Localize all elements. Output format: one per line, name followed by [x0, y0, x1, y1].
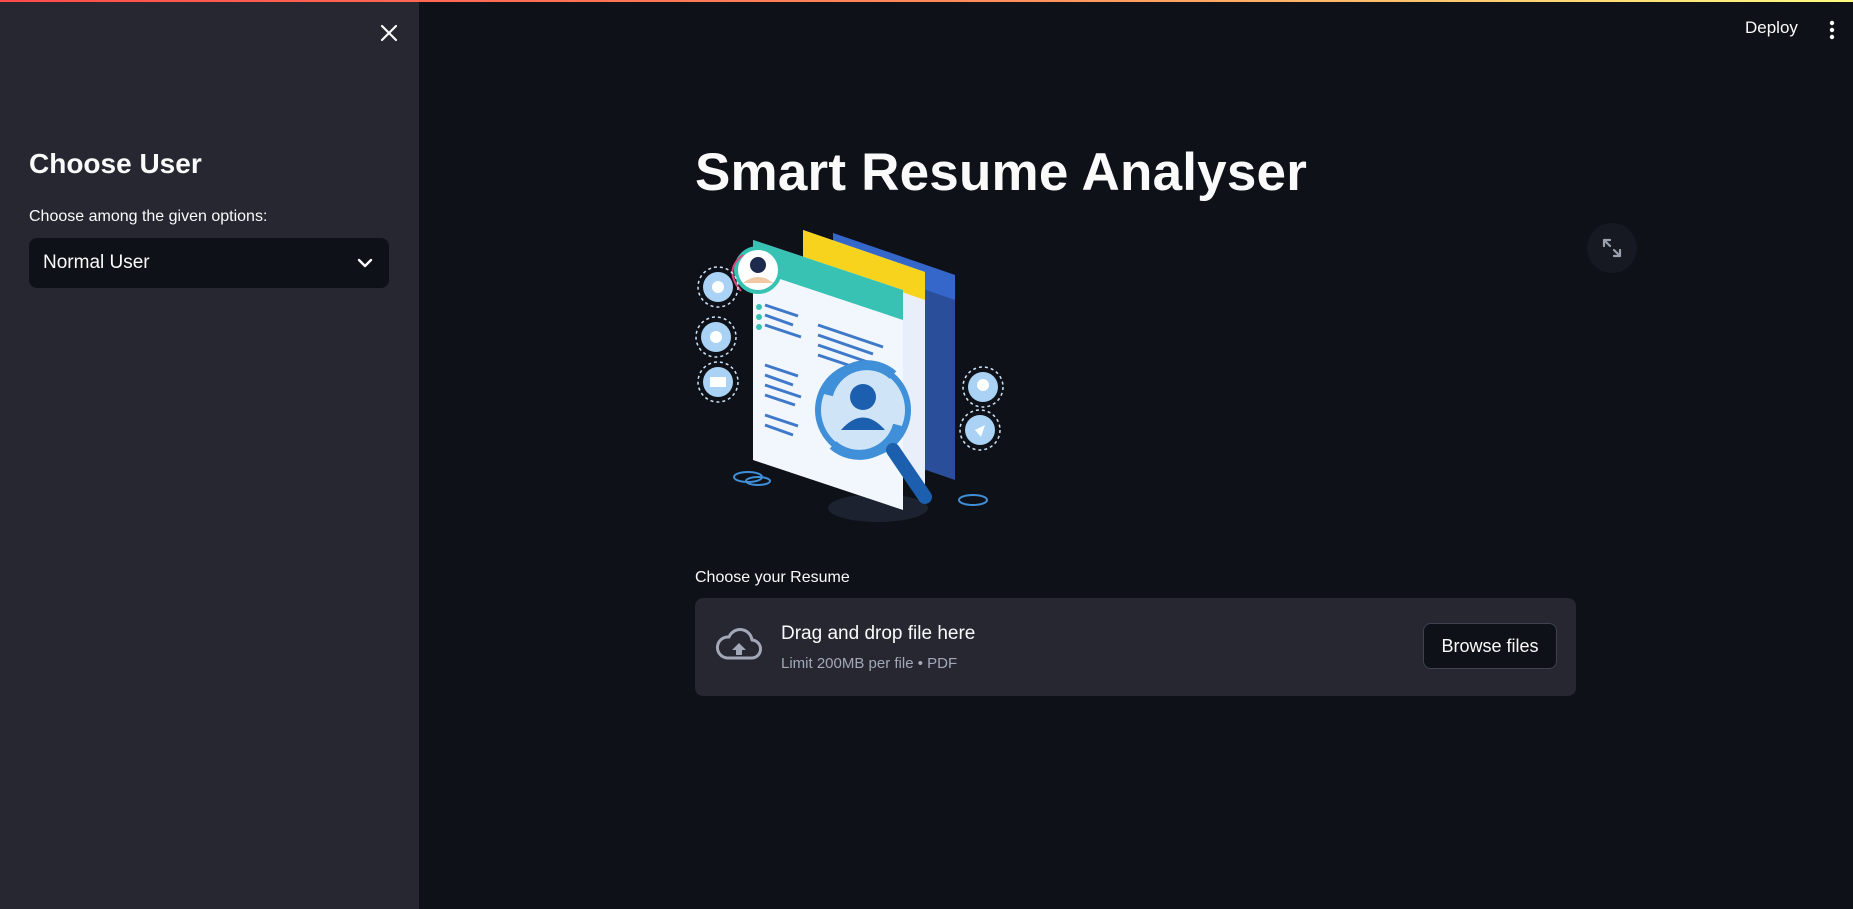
page-title: Smart Resume Analyser: [695, 143, 1308, 202]
select-value: Normal User: [43, 252, 150, 273]
dropzone-subtitle: Limit 200MB per file • PDF: [781, 655, 958, 672]
file-dropzone[interactable]: Drag and drop file here Limit 200MB per …: [695, 598, 1576, 696]
close-icon: [380, 24, 398, 42]
top-decoration-bar: [0, 0, 1853, 2]
vertical-dots-icon: [1829, 20, 1835, 40]
cloud-upload-icon: [715, 628, 762, 660]
dropzone-title: Drag and drop file here: [781, 623, 976, 644]
chevron-down-icon: [357, 258, 373, 268]
browse-files-button[interactable]: Browse files: [1423, 623, 1557, 669]
resume-illustration: [693, 225, 1013, 545]
resume-illustration-graphic: [695, 230, 1004, 522]
uploader-label: Choose your Resume: [695, 569, 850, 586]
main-menu-button[interactable]: [1822, 16, 1842, 44]
user-type-select[interactable]: Normal User: [29, 238, 389, 288]
sidebar-close-button[interactable]: [376, 20, 402, 46]
sidebar: Choose User Choose among the given optio…: [0, 0, 419, 909]
select-label: Choose among the given options:: [29, 208, 268, 225]
deploy-button[interactable]: Deploy: [1745, 18, 1798, 38]
sidebar-title: Choose User: [29, 148, 202, 179]
expand-icon: [1602, 238, 1622, 258]
fullscreen-button[interactable]: [1587, 223, 1637, 273]
